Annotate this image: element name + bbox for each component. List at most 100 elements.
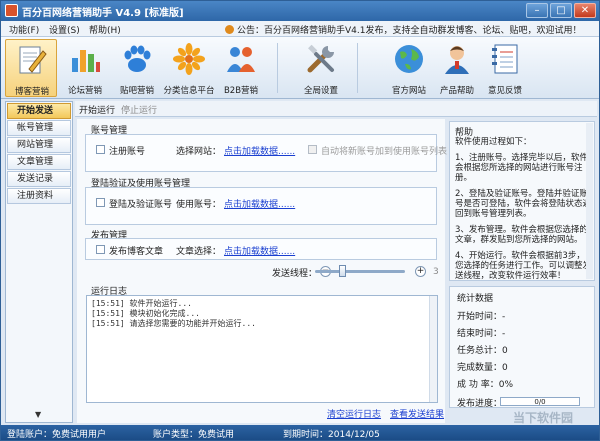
account-section: 注册账号 选择网站： 点击加载数据...... 自动将新账号加到使用账号列表 [85, 134, 447, 172]
log-line: [15:51] 软件开始运行... [91, 299, 192, 308]
help-scrollbar[interactable] [586, 123, 593, 279]
auto-add-label: 自动将新账号加到使用账号列表 [321, 147, 448, 157]
helper-person-icon [445, 46, 469, 74]
progress-text: 0/0 [534, 398, 546, 406]
toolbar-forum-button[interactable]: 论坛营销 [59, 39, 111, 97]
toolbar-feedback-label: 意见反馈 [487, 86, 522, 96]
select-site-label: 选择网站： [176, 147, 222, 157]
sidebar-item-articles[interactable]: 文章管理 [7, 154, 71, 170]
run-log[interactable]: [15:51] 软件开始运行... [15:51] 模块初始化完成... [15… [86, 295, 438, 403]
threads-increase-button[interactable]: + [415, 266, 426, 277]
stat-success-rate: 成 功 率：0% [457, 377, 513, 390]
window-title: 百分百网络营销助手 V4.9 [标准版] [22, 8, 184, 19]
stat-label: 开始时间： [457, 312, 503, 322]
toolbar-separator [277, 43, 278, 93]
status-value: 免费试用用户 [52, 430, 107, 440]
stat-label: 任务总计： [457, 346, 503, 356]
sidebar-item-start-send[interactable]: 开始发送 [7, 103, 71, 119]
toolbar-forum-label: 论坛营销 [67, 86, 102, 96]
register-account-label: 注册账号 [109, 147, 146, 157]
log-line: [15:51] 模块初始化完成... [91, 309, 200, 318]
speaker-icon [225, 25, 234, 34]
threads-slider-handle[interactable] [339, 265, 346, 277]
menu-function[interactable]: 功能(F) [9, 23, 39, 36]
view-results-link[interactable]: 查看发送结果 [390, 407, 444, 420]
help-paragraph: 1、注册账号。选择完毕以后，软件会根据您所选择的网站进行账号注册。 [455, 153, 588, 183]
blog-notepad-icon [19, 46, 47, 74]
log-scrollbar[interactable] [429, 296, 437, 402]
article-select-label: 文章选择： [176, 247, 222, 257]
status-label: 到期时间： [283, 430, 329, 440]
app-window: 百分百网络营销助手 V4.9 [标准版] – □ ✕ 功能(F) 设置(S) 帮… [0, 0, 600, 441]
help-paragraph: 3、发布管理。软件会根据您选择的文章，群发贴到您所选择的网站。 [455, 225, 588, 245]
stat-value: - [502, 329, 506, 339]
status-label: 账户类型： [153, 430, 199, 440]
app-logo-icon [5, 4, 18, 17]
sidebar-item-accounts[interactable]: 帐号管理 [7, 120, 71, 136]
toolbar-help-button[interactable]: 产品帮助 [431, 39, 483, 97]
toolbar-settings-label: 全局设置 [303, 86, 338, 96]
window-controls: – □ ✕ [526, 3, 596, 18]
toolbar-feedback-button[interactable]: 意见反馈 [479, 39, 531, 97]
forum-barchart-icon [72, 50, 100, 72]
main-panel: 账号管理 注册账号 选择网站： 点击加载数据...... 自动将新账号加到使用账… [77, 119, 447, 423]
threads-slider[interactable] [315, 270, 405, 273]
watermark: 当下软件园 [513, 411, 574, 425]
help-paragraph: 软件使用过程如下： [455, 137, 532, 147]
minimize-button[interactable]: – [526, 3, 548, 18]
status-label: 登陆账户： [7, 430, 53, 440]
auto-add-checkbox[interactable] [308, 145, 317, 154]
close-button[interactable]: ✕ [574, 3, 596, 18]
help-paragraph: 2、登陆及验证账号。登陆并验证账号是否可登陆，软件会将登陆状态返回到账号管理列表… [455, 189, 592, 219]
title-bar[interactable]: 百分百网络营销助手 V4.9 [标准版] – □ ✕ [1, 1, 599, 21]
threads-value: 3 [433, 267, 439, 277]
login-verify-checkbox[interactable] [96, 198, 105, 207]
sidebar-item-register-info[interactable]: 注册资料 [7, 188, 71, 204]
toolbar-blog-label: 博客营销 [14, 87, 49, 97]
toolbar-classified-button[interactable]: 分类信息平台 [163, 39, 215, 97]
settings-tools-icon [307, 44, 334, 73]
toolbar-tieba-button[interactable]: 贴吧营销 [111, 39, 163, 97]
feedback-notebook-icon [492, 44, 518, 74]
chevron-down-icon[interactable]: ▼ [35, 410, 41, 419]
toolbar-blog-button[interactable]: 博客营销 [5, 39, 57, 97]
threads-label: 发送线程： [272, 269, 318, 279]
toolbar-settings-button[interactable]: 全局设置 [295, 39, 347, 97]
help-panel: 帮助 软件使用过程如下： 1、注册账号。选择完毕以后，软件会根据您所选择的网站进… [449, 121, 595, 281]
start-run-button[interactable]: 开始运行 [79, 103, 115, 116]
stat-task-total: 任务总计：0 [457, 343, 508, 356]
post-blog-checkbox[interactable] [96, 245, 105, 254]
toolbar-b2b-label: B2B营销 [223, 86, 259, 96]
menu-help[interactable]: 帮助(H) [89, 23, 121, 36]
stop-run-button[interactable]: 停止运行 [121, 103, 157, 116]
sidebar-item-send-records[interactable]: 发送记录 [7, 171, 71, 187]
stat-label: 结束时间： [457, 329, 503, 339]
register-account-checkbox[interactable] [96, 145, 105, 154]
article-load-link[interactable]: 点击加载数据...... [224, 244, 295, 257]
toolbar-website-button[interactable]: 官方网站 [383, 39, 435, 97]
sidebar-item-websites[interactable]: 网站管理 [7, 137, 71, 153]
expire-date: 到期时间：2014/12/05 [283, 427, 380, 440]
status-bar: 登陆账户：免费试用用户 账户类型：免费试用 到期时间：2014/12/05 [1, 425, 599, 440]
toolbar-website-label: 官方网站 [391, 86, 426, 96]
main-toolbar: 博客营销 论坛营销 贴吧营销 分类信息平台 B2B营销 全局设置 官方网站 产品… [1, 37, 599, 99]
toolbar-help-label: 产品帮助 [439, 86, 474, 96]
toolbar-tieba-label: 贴吧营销 [119, 86, 154, 96]
announcement-text: 公告：百分百网络营销助手V4.1发布，支持全自动群发博客、论坛、贴吧，欢迎试用！ [237, 26, 582, 36]
tieba-paw-icon [124, 45, 151, 72]
stat-value: 0% [498, 380, 514, 390]
menu-settings[interactable]: 设置(S) [49, 23, 80, 36]
clear-log-link[interactable]: 清空运行日志 [327, 407, 381, 420]
publish-progress-bar: 0/0 [500, 397, 580, 406]
site-load-link[interactable]: 点击加载数据...... [224, 144, 295, 157]
menu-bar: 功能(F) 设置(S) 帮助(H) 公告：百分百网络营销助手V4.1发布，支持全… [1, 21, 599, 37]
use-account-label: 使用账号： [176, 200, 222, 210]
post-blog-label: 发布博客文章 [109, 247, 164, 257]
stat-value: - [502, 312, 506, 322]
stat-value: 0 [502, 363, 508, 373]
help-text: 软件使用过程如下： 1、注册账号。选择完毕以后，软件会根据您所选择的网站进行账号… [455, 137, 593, 287]
account-load-link[interactable]: 点击加载数据...... [224, 197, 295, 210]
maximize-button[interactable]: □ [550, 3, 572, 18]
toolbar-b2b-button[interactable]: B2B营销 [215, 39, 267, 97]
stats-panel: 统计数据 开始时间：- 结束时间：- 任务总计：0 完成数量：0 成 功 率：0… [449, 286, 595, 409]
